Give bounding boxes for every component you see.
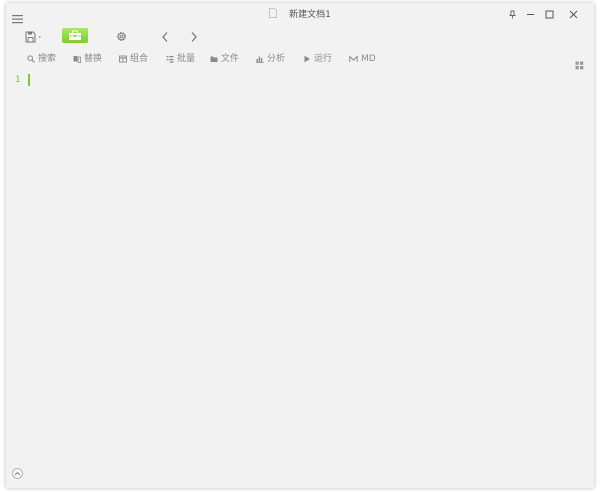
close-icon[interactable] <box>566 7 580 21</box>
analyze-label: 分析 <box>267 54 286 64</box>
text-caret <box>28 74 30 86</box>
list-icon <box>165 55 174 64</box>
play-icon <box>302 55 311 64</box>
pin-icon[interactable] <box>505 7 519 21</box>
combine-label: 组合 <box>130 54 149 64</box>
line-number-gutter: 1 <box>6 69 26 474</box>
batch-label: 批量 <box>177 54 196 64</box>
replace-label: 替换 <box>84 54 103 64</box>
app-window: 新建文档1 搜索 替换 组合 批量 文件 分析 运行 MD 1 <box>6 3 594 488</box>
toolbox-button[interactable] <box>62 28 88 43</box>
markdown-icon <box>349 55 358 64</box>
toolbox-icon <box>68 26 82 45</box>
combine-button[interactable]: 组合 <box>118 53 148 65</box>
grid-icon[interactable] <box>575 55 584 70</box>
file-label: 文件 <box>221 54 240 64</box>
bar-chart-icon <box>255 55 264 64</box>
search-icon <box>26 55 35 64</box>
forward-button[interactable] <box>187 28 201 46</box>
save-button[interactable] <box>24 28 46 46</box>
table-icon <box>118 55 127 64</box>
search-label: 搜索 <box>38 54 57 64</box>
markdown-label: MD <box>361 54 376 64</box>
gear-icon <box>115 28 128 47</box>
back-button[interactable] <box>158 28 172 46</box>
maximize-icon[interactable] <box>542 7 556 21</box>
markdown-button[interactable]: MD <box>349 53 376 65</box>
run-label: 运行 <box>314 54 333 64</box>
run-button[interactable]: 运行 <box>302 53 332 65</box>
line-number: 1 <box>15 75 21 85</box>
replace-button[interactable]: 替换 <box>72 53 102 65</box>
window-title: 新建文档1 <box>289 10 331 20</box>
settings-button[interactable] <box>113 28 129 46</box>
chevron-left-icon <box>161 28 169 47</box>
search-button[interactable]: 搜索 <box>26 53 56 65</box>
main-toolbar <box>6 25 594 49</box>
text-editor-area[interactable] <box>26 69 594 474</box>
folder-icon <box>209 55 218 64</box>
title-bar: 新建文档1 <box>6 3 594 25</box>
editor: 1 <box>6 69 594 474</box>
chevron-right-icon <box>190 28 198 47</box>
replace-icon <box>72 55 81 64</box>
file-button[interactable]: 文件 <box>209 53 239 65</box>
batch-button[interactable]: 批量 <box>165 53 195 65</box>
sub-toolbar: 搜索 替换 组合 批量 文件 分析 运行 MD <box>6 51 594 70</box>
chevron-up-icon <box>14 471 21 476</box>
minimize-icon[interactable] <box>523 7 537 21</box>
panel-toggle-button[interactable] <box>12 468 23 479</box>
document-icon <box>269 8 278 22</box>
save-icon <box>25 28 45 47</box>
analyze-button[interactable]: 分析 <box>255 53 285 65</box>
